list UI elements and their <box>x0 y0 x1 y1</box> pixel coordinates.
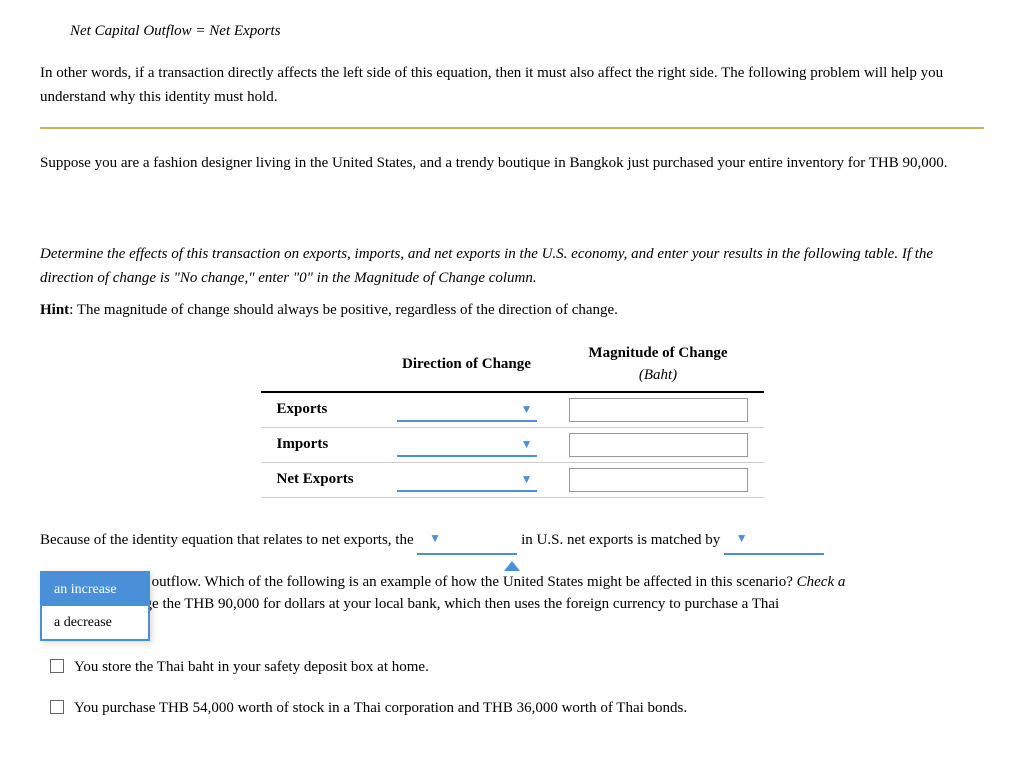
exports-direction-dropdown[interactable]: ▼ <box>397 398 537 422</box>
equation: Net Capital Outflow = Net Exports <box>70 20 984 43</box>
exports-direction-cell[interactable]: ▼ <box>381 392 553 428</box>
imports-magnitude-input[interactable] <box>569 433 748 457</box>
scenario-text: Suppose you are a fashion designer livin… <box>40 151 984 175</box>
checkbox-3-label[interactable]: You purchase THB 54,000 worth of stock i… <box>74 697 687 720</box>
imports-label: Imports <box>261 427 381 462</box>
table-col2-header: Magnitude of Change (Baht) <box>553 338 764 392</box>
identity-dropdown2-value <box>728 526 732 553</box>
identity-dropdown1-value <box>421 526 425 553</box>
dropdown2-option-increase[interactable]: an increase <box>42 573 148 606</box>
imports-direction-dropdown[interactable]: ▼ <box>397 433 537 457</box>
identity-dropdown2-container: ▼ <box>724 531 824 547</box>
table-row: Exports ▼ <box>261 392 764 428</box>
netexports-label: Net Exports <box>261 462 381 497</box>
identity-dropdown1[interactable]: ▼ <box>417 526 517 555</box>
divider <box>40 127 984 129</box>
table-row: Imports ▼ <box>261 427 764 462</box>
hint-label: Hint <box>40 302 69 318</box>
identity-dropdown1-arrow: ▼ <box>429 528 441 550</box>
identity-section: Because of the identity equation that re… <box>40 526 984 555</box>
exports-magnitude-input[interactable] <box>569 398 748 422</box>
exports-dropdown-arrow: ▼ <box>521 400 533 418</box>
table-col1-header-label: Direction of Change <box>381 338 553 392</box>
dropdown2-option-decrease[interactable]: a decrease <box>42 606 148 639</box>
netexports-direction-dropdown[interactable]: ▼ <box>397 468 537 492</box>
imports-dropdown-arrow: ▼ <box>521 435 533 453</box>
checkbox-3[interactable] <box>50 700 64 714</box>
netexports-dropdown-arrow: ▼ <box>521 470 533 488</box>
identity-part1: Because of the identity equation that re… <box>40 531 414 547</box>
netexports-magnitude-cell[interactable] <box>553 462 764 497</box>
exports-magnitude-cell[interactable] <box>553 392 764 428</box>
checkbox-2[interactable] <box>50 659 64 673</box>
intro-text: In other words, if a transaction directl… <box>40 61 984 109</box>
identity-dropdown2-arrow: ▼ <box>736 528 748 550</box>
netexports-magnitude-input[interactable] <box>569 468 748 492</box>
checkbox-option-1: You exchange the THB 90,000 for dollars … <box>50 593 984 638</box>
imports-direction-cell[interactable]: ▼ <box>381 427 553 462</box>
checkbox-option-2: You store the Thai baht in your safety d… <box>50 656 984 679</box>
imports-magnitude-cell[interactable] <box>553 427 764 462</box>
checkbox-option-3: You purchase THB 54,000 worth of stock i… <box>50 697 984 720</box>
dropdown2-options: an increase a decrease <box>40 571 150 641</box>
identity-part3: in U.S. net capital outflow. Which of th… <box>40 574 845 590</box>
checkbox-2-label[interactable]: You store the Thai baht in your safety d… <box>74 656 429 679</box>
identity-dropdown2[interactable]: ▼ <box>724 526 824 555</box>
change-table: Direction of Change Magnitude of Change … <box>261 338 764 498</box>
netexports-direction-cell[interactable]: ▼ <box>381 462 553 497</box>
identity-part2: in U.S. net exports is matched by <box>521 531 724 547</box>
exports-label: Exports <box>261 392 381 428</box>
hint-text: Hint: The magnitude of change should alw… <box>40 298 984 322</box>
instructions-text: Determine the effects of this transactio… <box>40 242 984 290</box>
table-row: Net Exports ▼ <box>261 462 764 497</box>
table-col1-header <box>261 338 381 392</box>
checkbox-group: You exchange the THB 90,000 for dollars … <box>50 593 984 719</box>
popup-arrow <box>504 561 520 571</box>
checkbox-1-label[interactable]: You exchange the THB 90,000 for dollars … <box>74 593 779 638</box>
